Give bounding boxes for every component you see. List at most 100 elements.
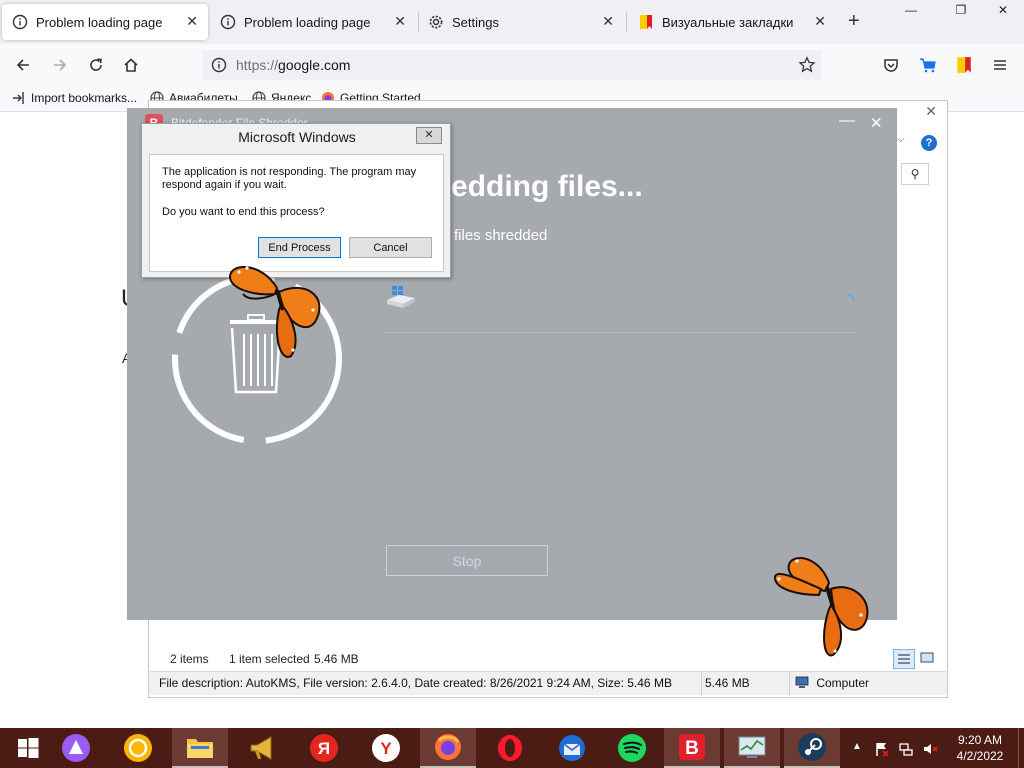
yandex-bookmarks-icon bbox=[640, 15, 652, 29]
menu-button[interactable] bbox=[987, 52, 1013, 78]
info-icon bbox=[220, 14, 236, 30]
minimize-button[interactable]: — bbox=[839, 112, 855, 130]
svg-text:Я: Я bbox=[318, 739, 330, 758]
show-desktop-button[interactable] bbox=[1018, 728, 1024, 768]
tab-title: Problem loading page bbox=[244, 14, 371, 30]
alice-assistant-icon bbox=[62, 734, 90, 762]
dialog-close-button[interactable]: ✕ bbox=[416, 127, 442, 144]
bookmark-label: Import bookmarks... bbox=[31, 91, 138, 105]
close-tab-icon[interactable]: ✕ bbox=[394, 13, 406, 30]
star-icon[interactable] bbox=[798, 56, 816, 74]
cancel-button[interactable]: Cancel bbox=[349, 237, 432, 258]
selected-count: 1 item selected bbox=[229, 652, 310, 666]
stop-button[interactable]: Stop bbox=[386, 545, 548, 576]
yandex-browser-icon: Y bbox=[372, 734, 400, 762]
folder-icon bbox=[187, 739, 213, 758]
taskbar-alice[interactable] bbox=[48, 728, 104, 768]
taskbar-opera[interactable] bbox=[482, 728, 538, 768]
close-window-button[interactable]: ✕ bbox=[980, 0, 1024, 22]
help-icon[interactable]: ? bbox=[921, 135, 937, 151]
divider bbox=[789, 672, 790, 696]
file-size: 5.46 MB bbox=[705, 676, 750, 690]
taskbar-spotify[interactable] bbox=[604, 728, 660, 768]
loading-spinner-icon bbox=[847, 294, 855, 302]
reload-button[interactable] bbox=[83, 52, 109, 78]
show-hidden-icons-button[interactable]: ▲ bbox=[852, 741, 862, 752]
tab-settings[interactable]: Settings ✕ bbox=[418, 4, 624, 40]
url-text[interactable]: https://google.com bbox=[236, 57, 350, 73]
spotify-icon bbox=[618, 734, 646, 762]
yandex-bookmarks-button[interactable] bbox=[951, 52, 977, 78]
pocket-button[interactable] bbox=[878, 52, 904, 78]
megaphone-icon bbox=[250, 736, 272, 760]
svg-text:Y: Y bbox=[380, 739, 392, 758]
chevron-down-icon[interactable]: ⌵ bbox=[897, 134, 905, 145]
close-tab-icon[interactable]: ✕ bbox=[814, 13, 826, 30]
large-icons-view-icon[interactable] bbox=[917, 649, 939, 669]
computer-icon bbox=[795, 676, 809, 688]
taskbar-task-manager[interactable] bbox=[724, 728, 780, 768]
close-icon[interactable]: ✕ bbox=[925, 103, 937, 120]
dialog-question: Do you want to end this process? bbox=[162, 206, 325, 218]
explorer-details-bar: File description: AutoKMS, File version:… bbox=[149, 671, 947, 696]
file-description: File description: AutoKMS, File version:… bbox=[159, 676, 672, 690]
end-process-button[interactable]: End Process bbox=[258, 237, 341, 258]
taskbar-yandex-disk[interactable] bbox=[110, 728, 166, 768]
info-icon bbox=[12, 14, 28, 30]
minimize-button[interactable]: — bbox=[888, 0, 934, 22]
info-icon[interactable] bbox=[211, 57, 227, 73]
home-button[interactable] bbox=[118, 52, 144, 78]
close-button[interactable]: ✕ bbox=[870, 114, 883, 132]
close-tab-icon[interactable]: ✕ bbox=[186, 13, 198, 30]
back-button[interactable] bbox=[10, 52, 36, 78]
taskbar-bitdefender[interactable]: B bbox=[664, 728, 720, 768]
dialog-title: Microsoft Windows bbox=[238, 129, 356, 145]
shopping-cart-icon bbox=[920, 58, 936, 73]
drive-icon bbox=[387, 286, 415, 308]
forward-button[interactable] bbox=[47, 52, 73, 78]
search-icon[interactable]: ⚲ bbox=[901, 163, 929, 185]
details-view-icon[interactable] bbox=[893, 649, 915, 669]
taskbar-yandex[interactable]: Я bbox=[296, 728, 352, 768]
taskbar-firefox[interactable] bbox=[420, 728, 476, 768]
taskbar-file-explorer[interactable] bbox=[172, 728, 228, 768]
restore-button[interactable]: ❐ bbox=[938, 0, 984, 22]
new-tab-button[interactable]: + bbox=[848, 10, 860, 33]
not-responding-dialog: Microsoft Windows ✕ The application is n… bbox=[141, 123, 451, 278]
thunderbird-icon bbox=[559, 735, 585, 761]
url-bar[interactable]: https://google.com bbox=[202, 50, 822, 80]
tab-title: Problem loading page bbox=[36, 14, 163, 30]
tab-problem-loading-2[interactable]: Problem loading page ✕ bbox=[210, 4, 416, 40]
task-manager-icon bbox=[738, 736, 766, 758]
yandex-icon: Я bbox=[310, 734, 338, 762]
firefox-icon bbox=[435, 734, 461, 760]
taskbar-yandex-browser[interactable]: Y bbox=[358, 728, 414, 768]
system-clock[interactable]: 9:20 AM 4/2/2022 bbox=[944, 732, 1016, 764]
progress-divider bbox=[385, 332, 855, 333]
network-icon[interactable] bbox=[898, 741, 914, 757]
volume-muted-icon[interactable] bbox=[922, 741, 938, 757]
tab-separator bbox=[626, 12, 627, 32]
clock-time: 9:20 AM bbox=[957, 733, 1003, 747]
taskbar-thunderbird[interactable] bbox=[544, 728, 600, 768]
taskbar-loudspeaker-app[interactable] bbox=[234, 728, 290, 768]
home-icon bbox=[124, 58, 138, 72]
taskbar-steam[interactable] bbox=[784, 728, 840, 768]
url-host: google.com bbox=[278, 57, 351, 73]
arrow-right-icon bbox=[54, 59, 67, 71]
tab-problem-loading-1[interactable]: Problem loading page ✕ bbox=[2, 4, 208, 40]
close-tab-icon[interactable]: ✕ bbox=[602, 13, 614, 30]
windows-logo-icon bbox=[18, 738, 39, 758]
bookmark-import[interactable]: Import bookmarks... bbox=[12, 91, 137, 105]
yandex-bookmarks-icon bbox=[957, 57, 971, 73]
clock-date: 4/2/2022 bbox=[956, 749, 1004, 763]
pocket-icon bbox=[884, 59, 898, 72]
yandex-disk-icon bbox=[124, 734, 152, 762]
selected-size: 5.46 MB bbox=[314, 652, 359, 666]
shopping-cart-button[interactable] bbox=[915, 52, 941, 78]
action-center-flag-icon[interactable] bbox=[874, 741, 890, 757]
taskbar: Я Y B ▲ 9:20 AM 4/2/2022 bbox=[0, 728, 1024, 768]
tab-visual-bookmarks[interactable]: Визуальные закладки ✕ bbox=[628, 4, 836, 40]
import-icon bbox=[13, 92, 24, 104]
opera-icon bbox=[498, 735, 522, 761]
